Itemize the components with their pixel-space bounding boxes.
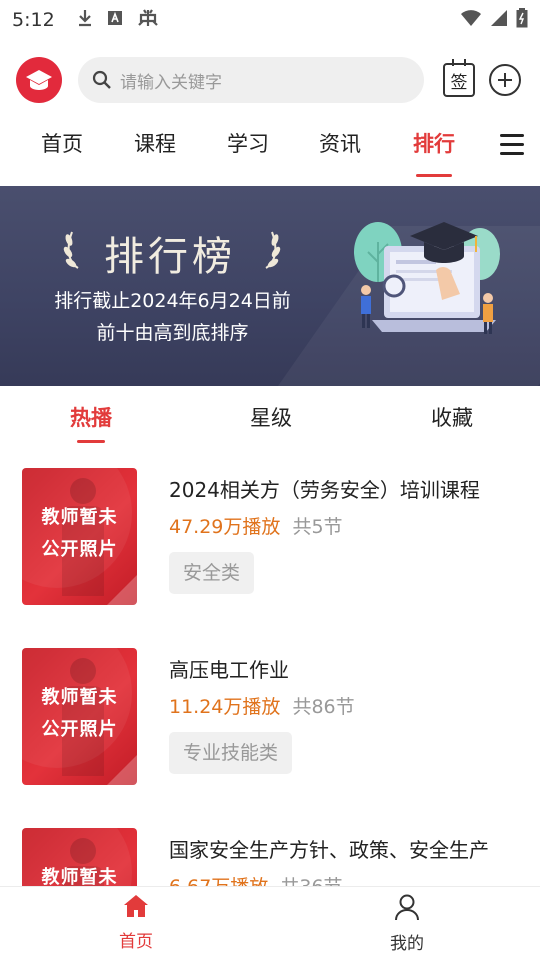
- user-icon: [395, 894, 419, 921]
- lesson-count: 共5节: [292, 516, 343, 538]
- bug-icon: [137, 7, 159, 34]
- status-time: 5:12: [12, 9, 55, 31]
- home-icon: [124, 895, 148, 917]
- category-tabs: 首页 课程 学习 资讯 排行: [0, 118, 540, 177]
- right-laurel-icon: [265, 231, 281, 269]
- tab-courses[interactable]: 课程: [120, 128, 190, 158]
- subtab-favorites-label: 收藏: [431, 406, 473, 430]
- tab-home[interactable]: 首页: [27, 128, 97, 158]
- battery-icon: [516, 8, 528, 32]
- subtab-hot-label: 热播: [70, 406, 112, 430]
- search-bar[interactable]: 请输入关键字: [78, 57, 424, 103]
- course-category-tag: 专业技能类: [169, 732, 293, 774]
- app-header: 请输入关键字 签: [0, 52, 540, 108]
- course-title: 高压电工作业: [169, 658, 289, 682]
- tab-courses-label: 课程: [134, 132, 176, 156]
- sign-in-label: 签: [450, 72, 468, 93]
- ranking-sub-tabs: 热播 星级 收藏: [0, 400, 540, 450]
- sign-in-calendar-button[interactable]: 签: [443, 59, 475, 97]
- active-tab-indicator: [416, 174, 452, 177]
- status-bar: 5:12: [0, 0, 540, 40]
- text-a-icon: [107, 10, 123, 31]
- course-category-tag: 安全类: [169, 552, 255, 594]
- signal-icon: [490, 9, 508, 31]
- laptop-graduation-illustration: [354, 222, 500, 334]
- plus-circle-icon[interactable]: [489, 64, 521, 96]
- tab-study[interactable]: 学习: [213, 128, 283, 158]
- app-logo[interactable]: [16, 57, 62, 103]
- thumbnail-placeholder-text: 教师暂未 公开照片: [41, 507, 118, 560]
- course-item[interactable]: 教师暂未 公开照片 2024相关方（劳务安全）培训课程 47.29万播放 共5节…: [0, 468, 540, 608]
- course-stats: 47.29万播放 共5节: [169, 512, 343, 539]
- left-laurel-icon: [63, 231, 79, 269]
- download-icon: [77, 8, 93, 33]
- graduation-cap-logo-icon: [26, 70, 52, 90]
- tab-news[interactable]: 资讯: [305, 128, 375, 158]
- ranking-banner: 排行榜 排行截止2024年6月24日前 前十由高到底排序: [0, 186, 540, 386]
- subtab-favorites[interactable]: 收藏: [392, 402, 512, 432]
- thumbnail-placeholder-text: 教师暂未 公开照片: [41, 687, 118, 740]
- play-count: 11.24万播放: [169, 696, 281, 718]
- banner-title: 排行榜: [104, 234, 236, 280]
- lesson-count: 共86节: [292, 696, 355, 718]
- search-input[interactable]: 请输入关键字: [120, 68, 222, 93]
- course-thumbnail[interactable]: 教师暂未 公开照片: [22, 468, 137, 605]
- course-stats: 11.24万播放 共86节: [169, 692, 355, 719]
- bottom-nav-mine-label: 我的: [390, 934, 424, 954]
- bottom-nav-home[interactable]: 首页: [76, 893, 196, 952]
- subtab-hot[interactable]: 热播: [31, 402, 151, 443]
- bottom-nav-home-label: 首页: [119, 932, 153, 952]
- bottom-nav-mine[interactable]: 我的: [347, 893, 467, 954]
- tab-study-label: 学习: [227, 132, 269, 156]
- subtab-stars-label: 星级: [250, 406, 292, 430]
- course-title: 2024相关方（劳务安全）培训课程: [169, 478, 480, 502]
- course-item[interactable]: 教师暂未 公开照片 高压电工作业 11.24万播放 共86节 专业技能类: [0, 648, 540, 788]
- banner-sort-text: 前十由高到底排序: [96, 322, 249, 344]
- course-title: 国家安全生产方针、政策、安全生产: [169, 838, 489, 862]
- subtab-stars[interactable]: 星级: [211, 402, 331, 432]
- course-thumbnail[interactable]: 教师暂未 公开照片: [22, 648, 137, 785]
- play-count: 47.29万播放: [169, 516, 281, 538]
- search-icon: [92, 70, 111, 89]
- tab-ranking-label: 排行: [413, 132, 455, 156]
- menu-icon[interactable]: [500, 134, 524, 156]
- tab-news-label: 资讯: [319, 132, 361, 156]
- tab-home-label: 首页: [41, 132, 83, 156]
- tab-ranking[interactable]: 排行: [399, 128, 469, 177]
- banner-cutoff-text: 排行截止2024年6月24日前: [54, 290, 291, 312]
- wifi-icon: [460, 9, 482, 31]
- active-subtab-indicator: [77, 440, 105, 443]
- bottom-navigation: 首页 我的: [0, 886, 540, 960]
